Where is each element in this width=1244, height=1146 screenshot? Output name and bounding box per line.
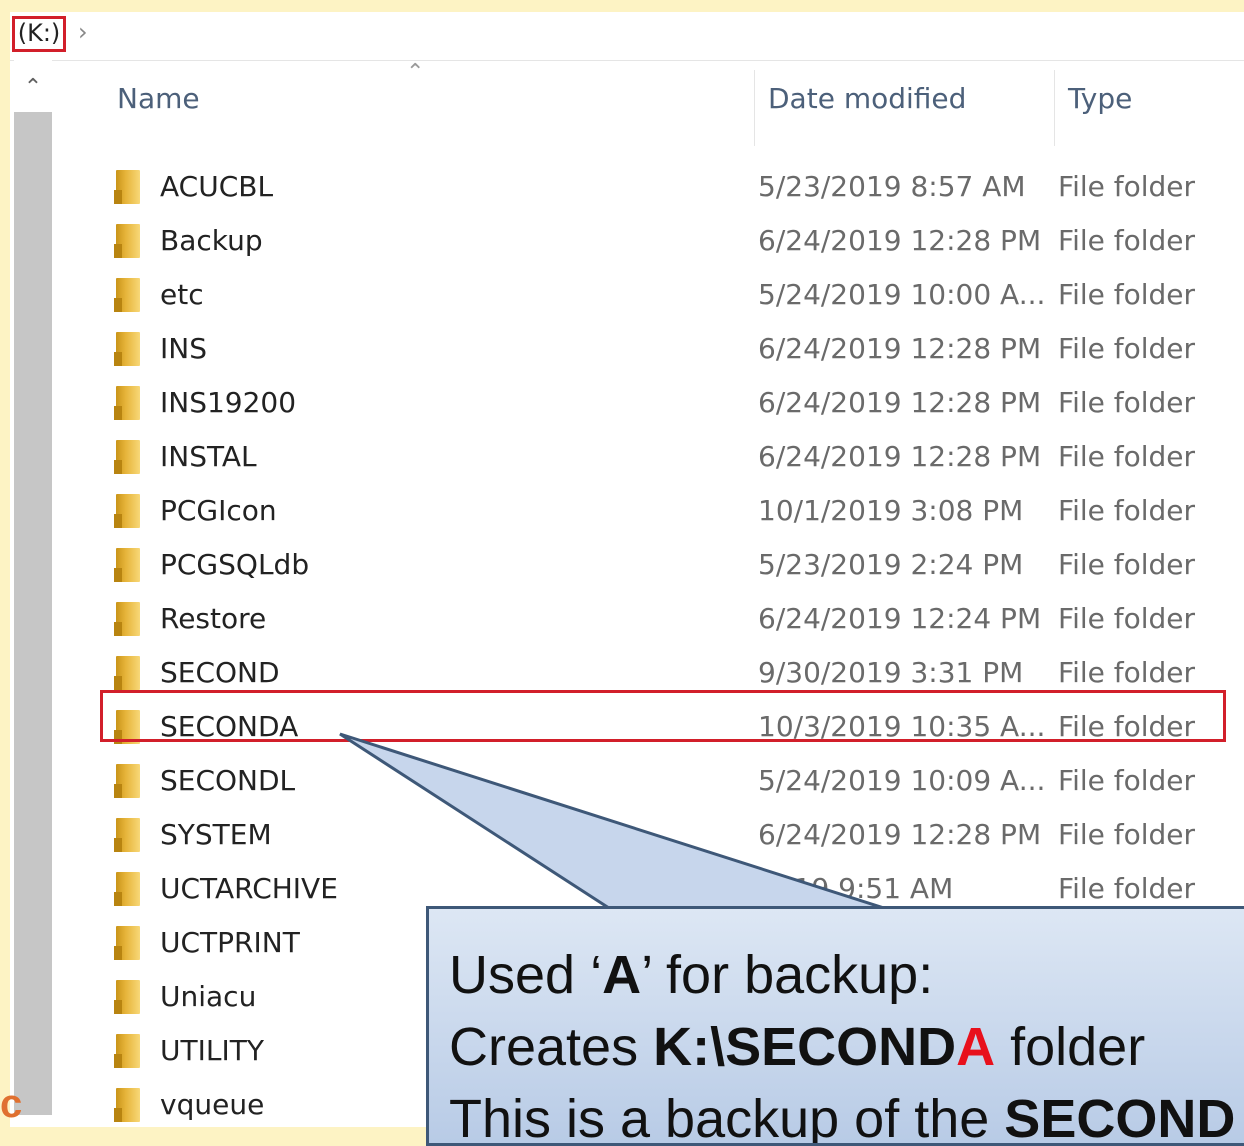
callout-box: Used ‘A’ for backup: Creates K:\SECONDA … <box>426 906 1244 1146</box>
callout-line-2: Creates K:\SECONDA folder <box>449 1017 1146 1077</box>
callout-line-3: This is a backup of the SECOND <box>449 1089 1236 1146</box>
slide-edge-fragment: c <box>0 1082 23 1126</box>
callout-line-1: Used ‘A’ for backup: <box>449 945 934 1005</box>
